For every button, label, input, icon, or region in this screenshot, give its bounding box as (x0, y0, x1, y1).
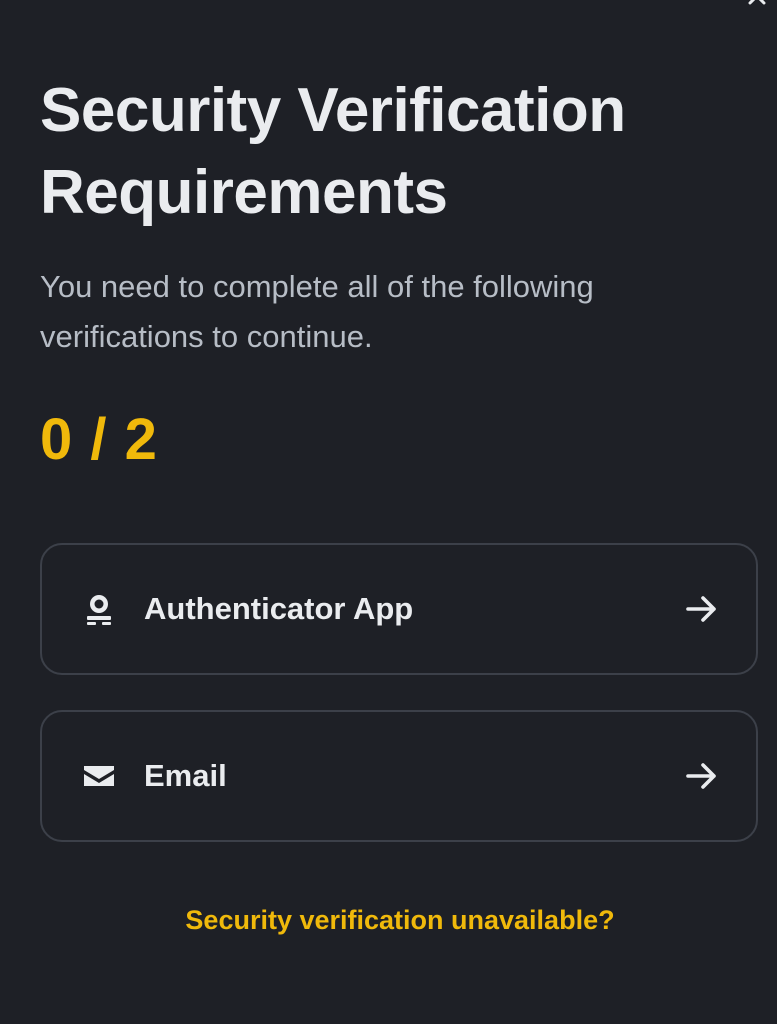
verification-progress: 0 / 2 (40, 407, 158, 472)
email-label: Email (144, 758, 227, 793)
verification-unavailable-link[interactable]: Security verification unavailable? (0, 898, 777, 942)
close-icon[interactable] (747, 0, 767, 6)
authenticator-icon (82, 592, 116, 626)
authenticator-app-option[interactable]: Authenticator App (40, 543, 758, 675)
email-icon (82, 759, 116, 793)
page-title: Security Verification Requirements (40, 76, 626, 227)
arrow-right-icon (686, 763, 716, 789)
page-subtitle: You need to complete all of the followin… (40, 269, 594, 354)
email-option[interactable]: Email (40, 710, 758, 842)
arrow-right-icon (686, 596, 716, 622)
authenticator-app-label: Authenticator App (144, 591, 414, 626)
